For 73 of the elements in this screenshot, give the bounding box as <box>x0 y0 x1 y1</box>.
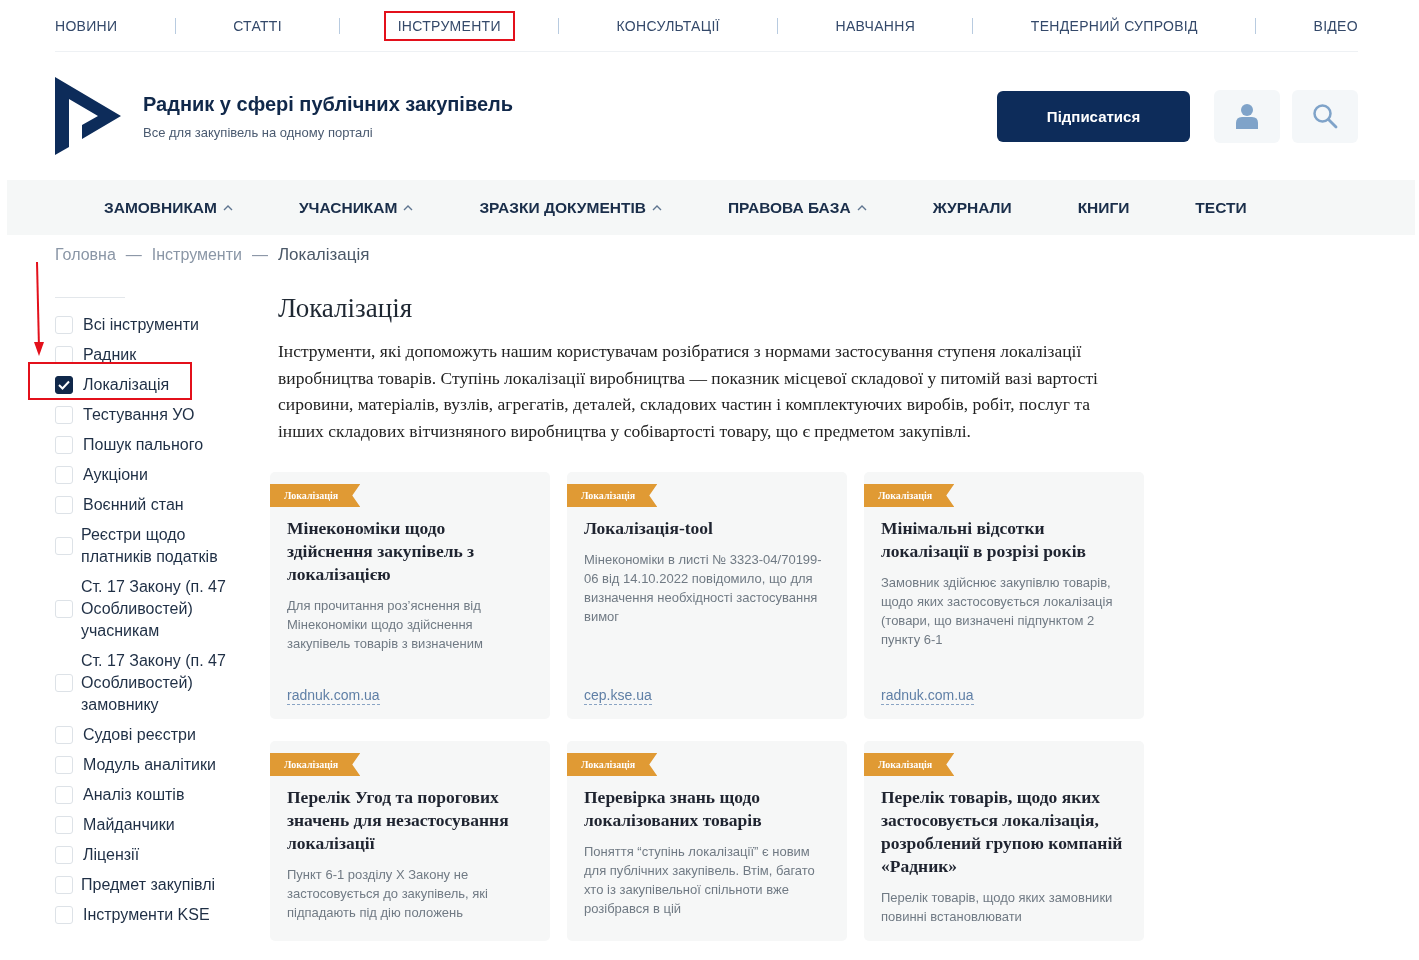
nav-link[interactable]: НАВЧАННЯ <box>821 10 930 41</box>
menu-link[interactable]: ЗАМОВНИКАМ <box>104 198 233 217</box>
menu-link[interactable]: ЗРАЗКИ ДОКУМЕНТІВ <box>479 198 662 217</box>
filter-option[interactable]: Локалізація <box>55 374 255 396</box>
highlighted-nav-link[interactable]: ІНСТРУМЕНТИ <box>383 10 515 41</box>
card-title[interactable]: Локалізація-tool <box>584 517 830 540</box>
site-tagline: Все для закупівель на одному порталі <box>143 124 374 140</box>
card-excerpt: Перелік товарів, щодо яких замовники повинні встановлювати <box>881 889 1114 926</box>
filter-option[interactable]: Ст. 17 Закону (п. 47 Особливостей) замовнику <box>55 650 255 716</box>
card-excerpt: Для прочитання роз’яснення від Мінекономіки щодо здійснення закупівель товарів з визначеним <box>287 597 484 653</box>
nav-link[interactable]: КОНСУЛЬТАЦІЇ <box>602 10 734 41</box>
category-tag: Локалізація <box>567 753 658 776</box>
filter-option[interactable]: Всі інструменти <box>55 314 255 336</box>
subscribe-button[interactable]: Підписатися <box>997 90 1190 142</box>
breadcrumb-separator: — <box>251 246 268 264</box>
source-link[interactable]: radnuk.com.ua <box>881 687 974 705</box>
filter-option[interactable]: Тестування УО <box>55 404 255 426</box>
tool-card[interactable]: Локалізація Мінімальні відсотки локалізації в розрізі років Замовник здійснює закупівлю товарів, щодо яких застосовується локалізація (товари, що визначені підпунктом 2 пункту 6-1 radnuk.com.ua <box>864 472 1144 719</box>
filter-option[interactable]: Судові реєстри <box>55 724 255 746</box>
card-excerpt: Пункт 6-1 розділу X Закону не застосовується до закупівель, які підпадають під дію положень <box>287 866 489 922</box>
check-icon <box>58 380 70 390</box>
site-title[interactable]: Радник у сфері публічних закупівель <box>143 92 997 116</box>
filter-option[interactable]: Ст. 17 Закону (п. 47 Особливостей) учасникам <box>55 576 255 642</box>
account-button[interactable] <box>1214 89 1280 143</box>
card-excerpt: Поняття “ступінь локалізації” є новим для публічних закупівель. Втім, багато хто із закупівельної спільноти вже розібрався в цій <box>584 843 816 918</box>
tool-card[interactable]: Локалізація Перевірка знань щодо локалізованих товарів Поняття “ступінь локалізації” є новим для публічних закупівель. Втім, багато хто із закупівельної спільноти вже розібрався в цій <box>567 741 847 941</box>
breadcrumb-separator: — <box>125 246 142 264</box>
tool-card[interactable]: Локалізація Перелік товарів, щодо яких застосовується локалізація, розроблений групою компаній «Радник» Перелік товарів, щодо яких замовники повинні встановлювати <box>864 741 1144 941</box>
filter-option[interactable]: Модуль аналітики <box>55 754 255 776</box>
menu-link[interactable]: ЖУРНАЛИ <box>932 198 1012 217</box>
filter-option[interactable]: Аналіз коштів <box>55 784 255 806</box>
nav-link[interactable]: СТАТТІ <box>219 10 296 41</box>
filter-option[interactable]: Інструменти KSE <box>55 904 255 926</box>
filter-option[interactable]: Реєстри щодо платників податків <box>55 524 255 568</box>
category-tag: Локалізація <box>567 484 658 507</box>
filter-option[interactable]: Майданчики <box>55 814 255 836</box>
filter-option[interactable]: Ліцензії <box>55 844 255 866</box>
user-icon <box>1236 103 1258 129</box>
card-title[interactable]: Перелік товарів, щодо яких застосовується локалізація, розроблений групою компаній «Радник» <box>881 786 1127 878</box>
checkbox[interactable] <box>55 376 73 394</box>
breadcrumb-current: Локалізація <box>277 245 370 265</box>
filter-option[interactable]: Предмет закупівлі <box>55 874 255 896</box>
filter-option[interactable]: Воєнний стан <box>55 494 255 516</box>
search-button[interactable] <box>1292 89 1358 143</box>
tool-card[interactable]: Локалізація Перелік Угод та порогових значень для незастосування локалізації Пункт 6-1 розділу X Закону не застосовується до закупівель, які підпадають під дію положень <box>270 741 550 941</box>
filter-option[interactable]: Пошук пального <box>55 434 255 456</box>
nav-link[interactable]: НОВИНИ <box>55 10 132 41</box>
search-icon <box>1312 103 1338 129</box>
category-tag: Локалізація <box>270 753 361 776</box>
menu-link[interactable]: УЧАСНИКАМ <box>298 198 414 217</box>
card-title[interactable]: Перевірка знань щодо локалізованих товарів <box>584 786 830 832</box>
page-title: Локалізація <box>278 293 414 324</box>
tool-card[interactable]: Локалізація Мінекономіки щодо здійснення закупівель з локалізацією Для прочитання роз’яснення від Мінекономіки щодо здійснення закупівель товарів з визначеним radnuk.com.ua <box>270 472 550 719</box>
card-excerpt: Мінекономіки в листі № 3323-04/70199-06 від 14.10.2022 повідомило, що для визначення необхідності застосування вимог <box>584 551 823 626</box>
category-tag: Локалізація <box>864 484 955 507</box>
filter-option[interactable]: Аукціони <box>55 464 255 486</box>
nav-link[interactable]: ВІДЕО <box>1299 10 1358 41</box>
logo-icon[interactable] <box>55 77 121 155</box>
card-title[interactable]: Перелік Угод та порогових значень для незастосування локалізації <box>287 786 533 855</box>
page-description: Інструменти, які допоможуть нашим користувачам розібратися з нормами застосування ступеня локалізації виробництва товарів. Ступінь локалізації виробництва — показник місцевої складової у питомій вазі вартості сировини, матеріалів, вузлів, агрегатів, деталей, складових частин і комплектуючих виробів, робіт, послуг та інших складових вітчизняного виробництва у собівартості товару, що є предметом закупівлі. <box>278 340 1099 443</box>
menu-link[interactable]: ПРАВОВА БАЗА <box>727 198 867 217</box>
source-link[interactable]: radnuk.com.ua <box>287 687 380 705</box>
tool-card[interactable]: Локалізація Локалізація-tool Мінекономіки в листі № 3323-04/70199-06 від 14.10.2022 повідомило, що для визначення необхідності застосування вимог cep.kse.ua <box>567 472 847 719</box>
source-link[interactable]: cep.kse.ua <box>584 687 652 705</box>
card-title[interactable]: Мінекономіки щодо здійснення закупівель з локалізацією <box>287 517 533 586</box>
category-tag: Локалізація <box>270 484 361 507</box>
filter-option[interactable]: Радник <box>55 344 255 366</box>
card-excerpt: Замовник здійснює закупівлю товарів, щодо яких застосовується локалізація (товари, що визначені підпунктом 2 пункту 6-1 <box>881 574 1114 649</box>
category-tag: Локалізація <box>864 753 955 776</box>
menu-link[interactable]: ТЕСТИ <box>1195 198 1247 217</box>
card-title[interactable]: Мінімальні відсотки локалізації в розрізі років <box>881 517 1127 563</box>
nav-link[interactable]: ТЕНДЕРНИЙ СУПРОВІД <box>1016 10 1212 41</box>
menu-link[interactable]: КНИГИ <box>1077 198 1130 217</box>
